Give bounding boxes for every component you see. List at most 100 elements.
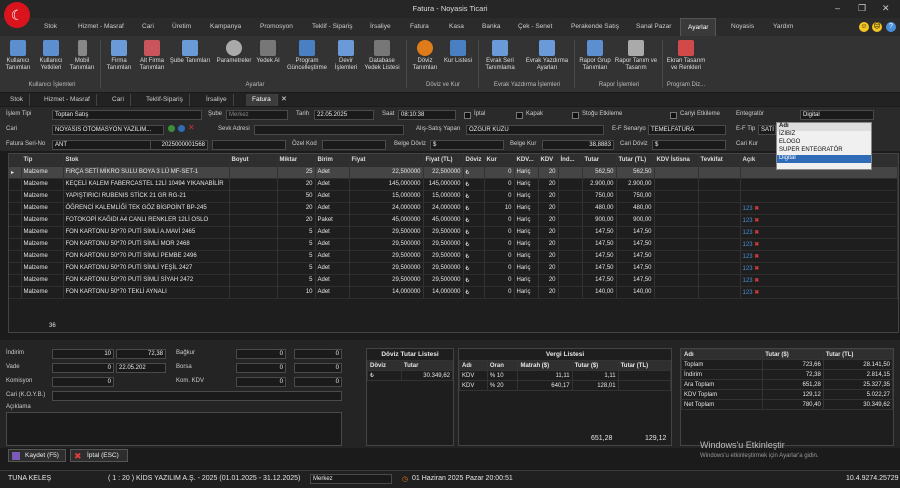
table-cell[interactable]: 123 ✖ (740, 262, 899, 275)
table-cell[interactable]: Adet (315, 238, 350, 251)
table-cell[interactable]: Hariç (514, 190, 539, 203)
save-button[interactable]: Kaydet (F5) (8, 449, 66, 462)
table-row[interactable]: ▸ Malzeme FIRÇA SETİ MİKRO SULU BOYA 3 LÜ … (9, 166, 899, 179)
row-indicator[interactable] (9, 214, 22, 227)
table-cell[interactable] (558, 178, 583, 191)
currency-definitions-button[interactable]: Döviz Tanımları (410, 40, 440, 72)
transfer-button[interactable]: Devir İşlemleri (332, 40, 360, 72)
close-tab-icon[interactable]: ✕ (281, 95, 287, 103)
menu-banka[interactable]: Banka (482, 23, 500, 30)
table-cell[interactable]: 0 (484, 286, 515, 299)
row-indicator[interactable] (9, 262, 22, 275)
table-cell[interactable]: 5 (277, 274, 316, 287)
table-cell[interactable] (654, 226, 699, 239)
exchange-rate-list-button[interactable]: Kur Listesi (442, 40, 474, 65)
cari-clear-icon[interactable]: ✕ (188, 123, 195, 132)
tab-hizmet[interactable]: Hizmet - Masraf (38, 94, 97, 106)
stok-etkileme-checkbox[interactable] (572, 112, 579, 119)
menu-ayarlar[interactable]: Ayarlar (680, 18, 717, 36)
table-cell[interactable]: Hariç (514, 262, 539, 275)
table-cell[interactable]: 562,50 (616, 166, 655, 179)
table-cell[interactable]: 480,00 (616, 202, 655, 215)
table-row[interactable]: Malzeme FON KARTONU 50*70 PUTİ SİMLİ A.MA… (9, 226, 899, 239)
table-cell[interactable]: Hariç (514, 226, 539, 239)
table-cell[interactable]: 147,50 (616, 274, 655, 287)
database-backup-list-button[interactable]: Database Yedek Listesi (362, 40, 402, 72)
table-cell[interactable] (698, 214, 741, 227)
detail-icon[interactable]: 123 (743, 278, 753, 284)
table-row[interactable]: Malzeme FON KARTONU 50*70 PUTİ SİMLİ MOR … (9, 238, 899, 251)
table-cell[interactable] (229, 238, 278, 251)
table-cell[interactable] (654, 250, 699, 263)
table-cell[interactable]: Adet (315, 190, 350, 203)
table-cell[interactable]: 147,50 (616, 238, 655, 251)
table-cell[interactable]: 123 ✖ (740, 202, 899, 215)
delete-row-icon[interactable]: ✖ (754, 266, 759, 272)
report-design-button[interactable]: Rapor Tanım ve Tasarım (614, 40, 658, 72)
row-indicator[interactable] (9, 178, 22, 191)
row-indicator[interactable]: ▸ (9, 166, 22, 179)
table-cell[interactable]: Malzeme (21, 286, 64, 299)
menu-irsaliye[interactable]: İrsaliye (370, 23, 391, 30)
row-indicator[interactable] (9, 274, 22, 287)
feedback-frown-icon[interactable]: ☹ (872, 22, 882, 32)
table-cell[interactable]: 145,000000 (349, 178, 424, 191)
table-cell[interactable] (558, 226, 583, 239)
table-cell[interactable] (558, 238, 583, 251)
close-icon[interactable]: ✕ (882, 3, 890, 14)
menu-cari[interactable]: Cari (142, 23, 154, 30)
table-cell[interactable]: 900,00 (616, 214, 655, 227)
detail-icon[interactable]: 123 (743, 254, 753, 260)
menu-stok[interactable]: Stok (44, 23, 57, 30)
table-cell[interactable] (229, 178, 278, 191)
saat-field[interactable]: 08:10:38 (398, 110, 456, 120)
table-cell[interactable]: 5 (277, 238, 316, 251)
table-cell[interactable]: ₺ (463, 190, 485, 203)
ef-tip-select[interactable]: SATI (758, 125, 776, 135)
table-cell[interactable] (698, 262, 741, 275)
table-cell[interactable]: 22,500000 (349, 166, 424, 179)
table-cell[interactable] (740, 190, 899, 203)
delete-row-icon[interactable]: ✖ (754, 218, 759, 224)
table-cell[interactable]: 123 ✖ (740, 226, 899, 239)
table-cell[interactable]: 29,500000 (423, 226, 464, 239)
table-cell[interactable]: Hariç (514, 178, 539, 191)
table-cell[interactable]: 29,500000 (423, 238, 464, 251)
table-cell[interactable] (698, 178, 741, 191)
table-cell[interactable]: Hariç (514, 238, 539, 251)
vade-days-field[interactable]: 0 (52, 363, 114, 373)
tab-irsaliye[interactable]: İrsaliye (200, 94, 234, 106)
table-cell[interactable]: Hariç (514, 214, 539, 227)
row-indicator[interactable] (9, 286, 22, 299)
tab-cari[interactable]: Cari (106, 94, 131, 106)
table-cell[interactable]: 20 (538, 214, 559, 227)
document-print-settings-button[interactable]: Evrak Yazdırma Ayarları (522, 40, 572, 72)
ozel-kod-field[interactable] (322, 140, 386, 150)
table-cell[interactable]: 147,50 (582, 226, 617, 239)
belge-doviz-select[interactable]: $ (430, 140, 504, 150)
table-cell[interactable]: 20 (538, 166, 559, 179)
table-cell[interactable] (698, 274, 741, 287)
table-cell[interactable]: Hariç (514, 286, 539, 299)
menu-noyasis[interactable]: Noyasis (731, 23, 754, 30)
table-cell[interactable]: ₺ (463, 238, 485, 251)
table-cell[interactable] (229, 262, 278, 275)
bagkur-rate-field[interactable]: 0 (236, 349, 286, 359)
feedback-smile-icon[interactable]: ☺ (859, 22, 869, 32)
parameters-button[interactable]: Parametreler (214, 40, 254, 65)
table-cell[interactable]: 140,00 (616, 286, 655, 299)
table-cell[interactable]: 45,000000 (349, 214, 424, 227)
table-cell[interactable]: Malzeme (21, 238, 64, 251)
table-cell[interactable]: ₺ (463, 202, 485, 215)
backup-button[interactable]: Yedek Al (256, 40, 280, 65)
table-cell[interactable]: ₺ (463, 178, 485, 191)
user-permissions-button[interactable]: Kullanıcı Yetkileri (36, 40, 66, 72)
table-cell[interactable] (229, 166, 278, 179)
table-cell[interactable]: FON KARTONU 50*70 TEKLİ AYNALI (63, 286, 230, 299)
table-cell[interactable]: ₺ (463, 214, 485, 227)
delete-row-icon[interactable]: ✖ (754, 254, 759, 260)
table-cell[interactable] (229, 202, 278, 215)
screen-design-button[interactable]: Ekran Tasarım ve Renkleri (664, 40, 708, 72)
table-cell[interactable]: 20 (538, 202, 559, 215)
column-header[interactable]: Fiyat (TL) (423, 154, 464, 167)
